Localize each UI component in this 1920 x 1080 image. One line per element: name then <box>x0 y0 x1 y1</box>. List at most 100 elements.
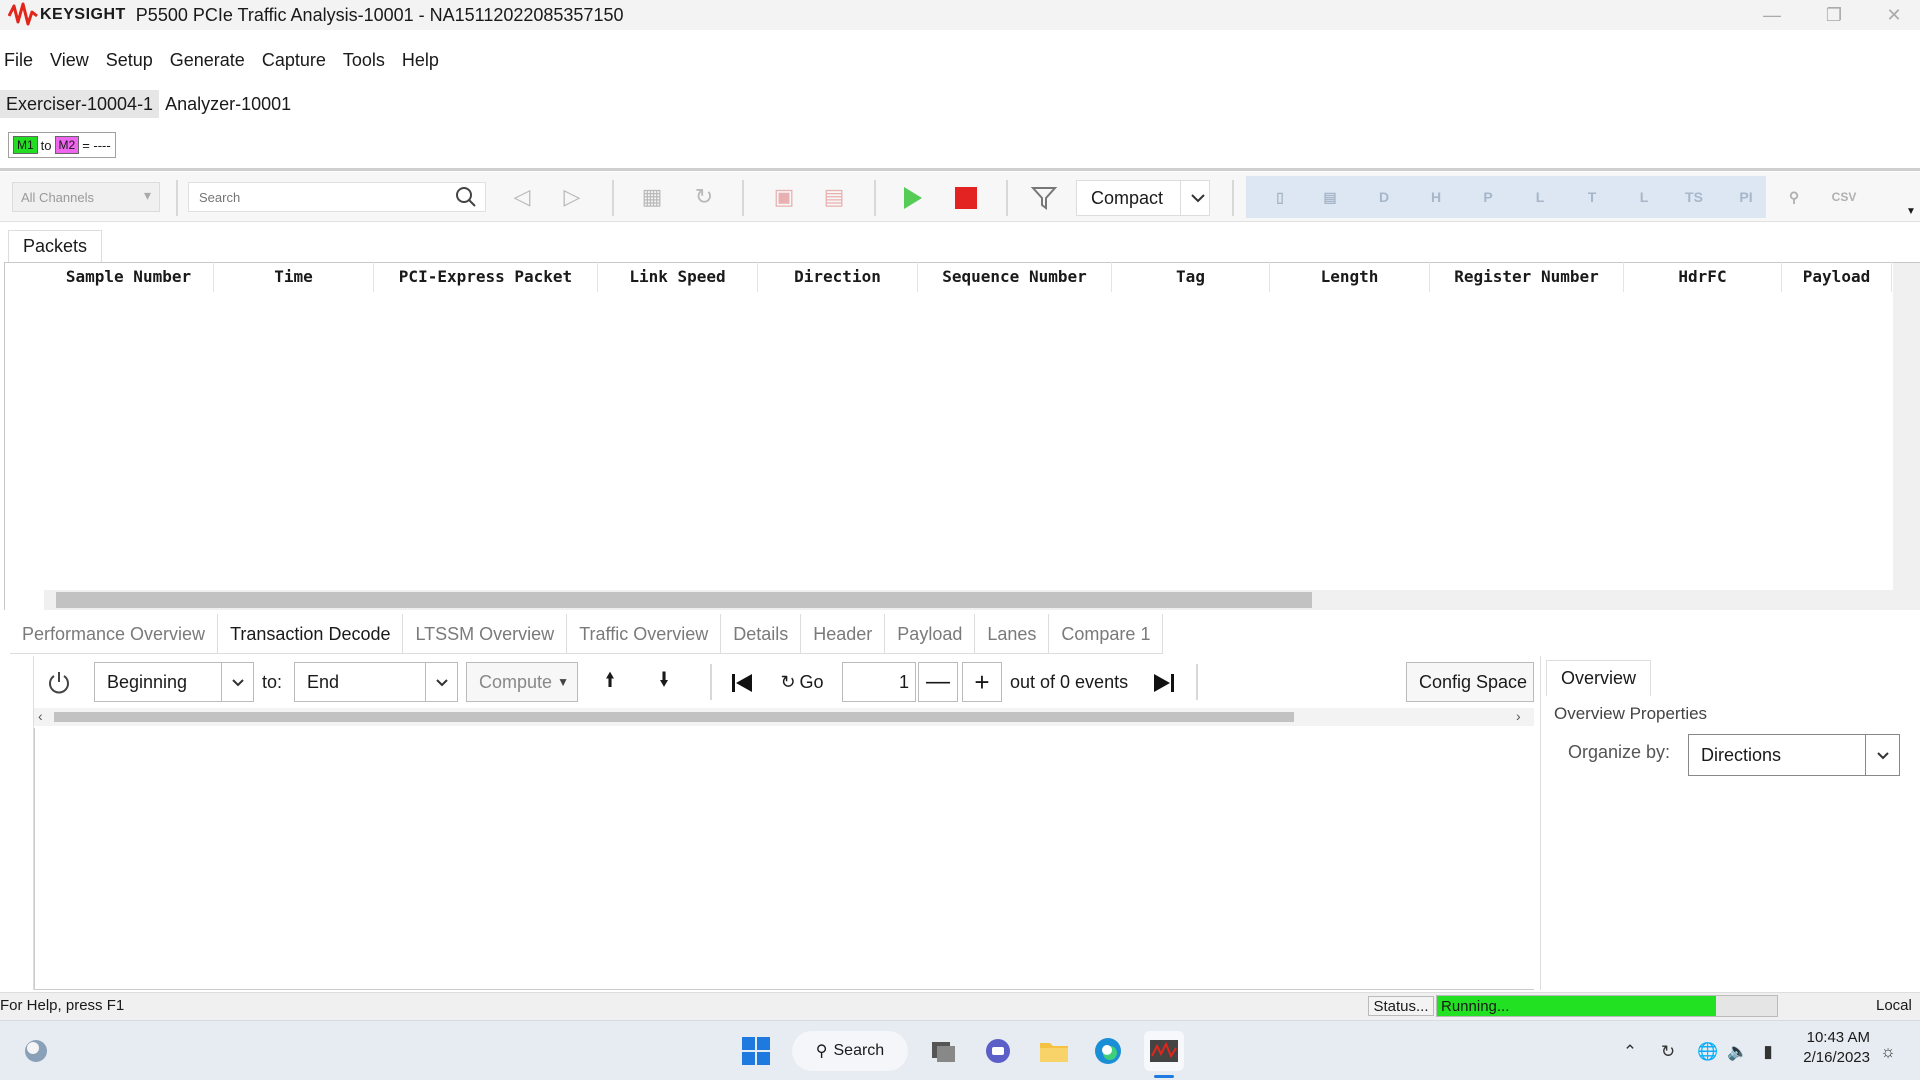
tab-payload[interactable]: Payload <box>885 614 976 653</box>
vertical-scrollbar[interactable] <box>1893 263 1920 610</box>
go-label: Go <box>799 671 824 692</box>
column-header[interactable]: Register Number <box>1430 262 1624 292</box>
scrollbar-thumb[interactable] <box>56 592 1312 608</box>
chevron-up-icon[interactable]: ⌃ <box>1618 1040 1642 1064</box>
decode-icon[interactable]: D <box>1370 186 1398 208</box>
arrow-down-icon[interactable]: 🠛 <box>644 662 684 702</box>
menu-file[interactable]: File <box>0 46 45 74</box>
find-icon[interactable]: ▦ <box>638 183 666 211</box>
menu-help[interactable]: Help <box>397 46 451 74</box>
tab-details[interactable]: Details <box>721 614 802 653</box>
organize-by-dropdown[interactable]: Directions <box>1688 734 1900 776</box>
lanes-icon[interactable]: L <box>1526 186 1554 208</box>
weather-icon[interactable] <box>16 1031 56 1071</box>
compute-button[interactable]: Compute ▼ <box>466 662 578 702</box>
tab-transaction-decode[interactable]: Transaction Decode <box>218 614 404 653</box>
filter-icon[interactable] <box>1030 185 1058 211</box>
column-header[interactable]: Time <box>214 262 374 292</box>
scrollbar-thumb[interactable] <box>54 712 1294 722</box>
stop-icon[interactable] <box>954 186 978 210</box>
menu-tools[interactable]: Tools <box>338 46 397 74</box>
tab-exerciser[interactable]: Exerciser-10004-1 <box>0 90 160 118</box>
csv-icon[interactable]: CSV <box>1830 186 1858 208</box>
zoom-icon[interactable]: ⚲ <box>1780 186 1808 208</box>
clear-icon[interactable]: ▤ <box>820 183 848 211</box>
column-header[interactable]: Direction <box>758 262 918 292</box>
menu-capture[interactable]: Capture <box>257 46 338 74</box>
chevron-down-icon: ▾ <box>143 187 151 203</box>
tab-compare-1[interactable]: Compare 1 <box>1049 614 1164 653</box>
column-header[interactable]: PCI-Express Packet <box>374 262 598 292</box>
taskbar-search[interactable]: ⚲ Search <box>792 1031 908 1071</box>
tab-traffic-overview[interactable]: Traffic Overview <box>567 614 722 653</box>
close-button[interactable]: ✕ <box>1866 0 1920 30</box>
next-match-icon[interactable]: ▷ <box>558 183 586 211</box>
config-space-button[interactable]: Config Space S <box>1406 662 1534 702</box>
column-header[interactable]: HdrFC <box>1624 262 1782 292</box>
event-index-input[interactable]: 1 <box>842 662 916 702</box>
tab-ltssm-overview[interactable]: LTSSM Overview <box>403 614 568 653</box>
tab-overview[interactable]: Overview <box>1546 660 1652 696</box>
last-event-icon[interactable] <box>1152 672 1176 694</box>
menu-setup[interactable]: Setup <box>101 46 165 74</box>
menu-view[interactable]: View <box>45 46 101 74</box>
language-icon[interactable]: 🌐 <box>1696 1040 1720 1064</box>
channels-dropdown[interactable]: All Channels ▾ <box>12 182 160 212</box>
column-header[interactable]: Sample Number <box>44 262 214 292</box>
column-header[interactable]: Link Speed <box>598 262 758 292</box>
minimize-button[interactable]: — <box>1744 0 1800 30</box>
record-icon[interactable]: ▣ <box>770 183 798 211</box>
teams-icon[interactable] <box>978 1031 1018 1071</box>
config-space-label: Config Space S <box>1419 671 1534 692</box>
header-icon[interactable]: H <box>1422 186 1450 208</box>
chevron-down-icon[interactable] <box>1180 180 1214 216</box>
payload-icon[interactable]: P <box>1474 186 1502 208</box>
column-header[interactable]: Tag <box>1112 262 1270 292</box>
keysight-app-icon[interactable] <box>1144 1031 1184 1071</box>
marker-m2[interactable]: M2 <box>54 136 80 154</box>
marker-m1[interactable]: M1 <box>13 136 38 154</box>
status-button[interactable]: Status... <box>1368 996 1434 1016</box>
arrow-up-icon[interactable]: 🠙 <box>590 662 630 702</box>
first-event-icon[interactable] <box>730 672 754 694</box>
volume-icon[interactable]: 🔈 <box>1726 1040 1750 1064</box>
trace-icon[interactable]: T <box>1578 186 1606 208</box>
decrement-icon[interactable]: — <box>918 662 958 702</box>
tab-packets[interactable]: Packets <box>8 230 103 262</box>
previous-match-icon[interactable]: ◁ <box>508 183 536 211</box>
notification-icon[interactable]: ☼ <box>1876 1040 1900 1064</box>
tab-header[interactable]: Header <box>801 614 886 653</box>
link-icon[interactable]: L <box>1630 186 1658 208</box>
range-to-dropdown[interactable]: End <box>294 662 458 702</box>
windows-start-icon[interactable] <box>736 1031 776 1071</box>
ts-icon[interactable]: TS <box>1680 186 1708 208</box>
export-icon[interactable]: ▯ <box>1266 186 1294 208</box>
pi-icon[interactable]: PI <box>1732 186 1760 208</box>
divider <box>874 180 876 216</box>
menu-generate[interactable]: Generate <box>165 46 257 74</box>
battery-icon[interactable]: ▮ <box>1756 1040 1780 1064</box>
increment-icon[interactable]: + <box>962 662 1002 702</box>
restore-button[interactable]: ❐ <box>1806 0 1862 30</box>
search-input[interactable] <box>188 182 486 212</box>
column-header[interactable]: Length <box>1270 262 1430 292</box>
tab-lanes[interactable]: Lanes <box>975 614 1050 653</box>
overflow-icon[interactable]: ▼ <box>1906 206 1916 217</box>
tab-performance-overview[interactable]: Performance Overview <box>10 614 219 653</box>
file-explorer-icon[interactable] <box>1034 1031 1074 1071</box>
edge-icon[interactable] <box>1088 1031 1128 1071</box>
search-icon[interactable] <box>454 185 478 209</box>
redo-icon[interactable]: ↻ <box>690 183 718 211</box>
taskbar-clock[interactable]: 10:43 AM 2/16/2023 <box>1790 1028 1870 1068</box>
play-icon[interactable] <box>898 184 926 212</box>
column-header[interactable]: Sequence Number <box>918 262 1112 292</box>
go-button[interactable]: ↻ Go <box>776 662 828 702</box>
scroll-left-icon[interactable]: ‹ <box>38 708 43 724</box>
task-view-icon[interactable] <box>924 1031 964 1071</box>
column-header[interactable]: Payload <box>1782 262 1892 292</box>
range-from-dropdown[interactable]: Beginning <box>94 662 254 702</box>
tab-analyzer[interactable]: Analyzer-10001 <box>159 90 297 118</box>
export-all-icon[interactable]: ▤ <box>1316 186 1344 208</box>
sync-icon[interactable]: ↻ <box>1656 1040 1680 1064</box>
scroll-right-icon[interactable]: › <box>1516 708 1521 724</box>
